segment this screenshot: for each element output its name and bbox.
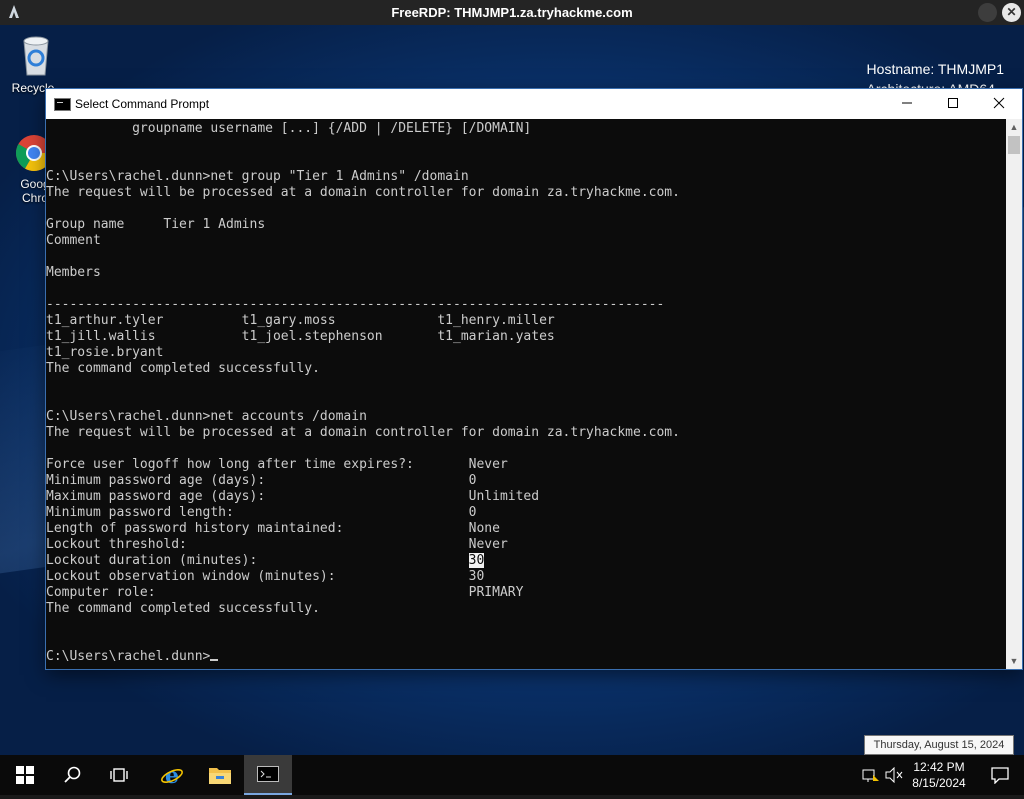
command-prompt-window[interactable]: Select Command Prompt groupname username… xyxy=(46,89,1022,669)
console-line: Minimum password age (days): 0 xyxy=(46,473,477,488)
task-view-button[interactable] xyxy=(96,755,144,795)
console-line: Force user logoff how long after time ex… xyxy=(46,457,508,472)
console-line: C:\Users\rachel.dunn> xyxy=(46,649,680,665)
console-line: t1_rosie.bryant xyxy=(46,345,164,360)
minimize-icon xyxy=(902,102,912,104)
bginfo-hostname: Hostname: THMJMP1 xyxy=(866,61,1004,77)
action-center-button[interactable] xyxy=(980,755,1020,795)
window-title: Select Command Prompt xyxy=(75,97,210,111)
maximize-icon xyxy=(948,98,958,108)
task-view-icon xyxy=(110,768,128,782)
taskbar-internet-explorer[interactable]: e xyxy=(148,755,196,795)
volume-muted-icon[interactable] xyxy=(885,767,903,783)
recycle-bin-icon xyxy=(23,36,49,76)
console-line: Group name Tier 1 Admins xyxy=(46,217,266,232)
command-prompt-icon xyxy=(257,766,279,782)
console-line: C:\Users\rachel.dunn>net accounts /domai… xyxy=(46,409,367,424)
console-line: Minimum password length: 0 xyxy=(46,505,477,520)
date-tooltip: Thursday, August 15, 2024 xyxy=(864,735,1014,755)
file-explorer-icon xyxy=(209,768,231,784)
console-line: Lockout observation window (minutes): 30 xyxy=(46,569,485,584)
close-icon xyxy=(993,97,1005,109)
clock-date: 8/15/2024 xyxy=(912,776,966,790)
network-icon[interactable] xyxy=(862,767,880,783)
scroll-down-icon[interactable]: ▼ xyxy=(1006,653,1022,669)
command-prompt-title-bar[interactable]: Select Command Prompt xyxy=(46,89,1022,119)
console-line: Members xyxy=(46,265,101,280)
rdp-window-title: FreeRDP: THMJMP1.za.tryhackme.com xyxy=(391,5,633,20)
notification-icon xyxy=(991,767,1009,784)
command-prompt-icon xyxy=(54,98,71,111)
start-icon xyxy=(16,766,34,784)
console-line: Length of password history maintained: N… xyxy=(46,521,500,536)
console-line: groupname username [...] {/ADD | /DELETE… xyxy=(46,121,532,136)
start-button[interactable] xyxy=(0,755,48,795)
search-button[interactable] xyxy=(48,755,96,795)
minimize-button[interactable] xyxy=(884,89,930,119)
vertical-scrollbar[interactable]: ▲ ▼ xyxy=(1006,119,1022,669)
console-line: The command completed successfully. xyxy=(46,361,320,376)
internet-explorer-icon: e xyxy=(161,763,183,787)
console-line: Maximum password age (days): Unlimited xyxy=(46,489,540,504)
clock-time: 12:42 PM xyxy=(913,760,965,774)
console-line: Computer role: PRIMARY xyxy=(46,585,524,600)
taskbar-file-explorer[interactable] xyxy=(196,755,244,795)
console-line: Comment xyxy=(46,233,101,248)
desktop-icon-recycle-bin[interactable]: Recycle xyxy=(0,33,70,95)
console-line: t1_arthur.tyler t1_gary.moss t1_henry.mi… xyxy=(46,313,555,328)
console-output[interactable]: groupname username [...] {/ADD | /DELETE… xyxy=(46,121,680,665)
console-line: The request will be processed at a domai… xyxy=(46,425,680,440)
console-line: Lockout threshold: Never xyxy=(46,537,508,552)
text-cursor xyxy=(210,659,219,661)
console-line: t1_jill.wallis t1_joel.stephenson t1_mar… xyxy=(46,329,555,344)
rdp-title-bar: FreeRDP: THMJMP1.za.tryhackme.com ✕ xyxy=(0,0,1024,25)
svg-text:e: e xyxy=(165,763,179,787)
console-line: C:\Users\rachel.dunn>net group "Tier 1 A… xyxy=(46,169,469,184)
taskbar: e 12:42 PM 8/15/2024 xyxy=(0,755,1024,799)
close-button[interactable] xyxy=(976,89,1022,119)
console-line: The request will be processed at a domai… xyxy=(46,185,680,200)
console-line: The command completed successfully. xyxy=(46,601,320,616)
search-icon xyxy=(64,766,81,783)
selected-text: 30 xyxy=(468,553,485,568)
console-line: ----------------------------------------… xyxy=(46,297,665,312)
scrollbar-thumb[interactable] xyxy=(1008,136,1020,154)
console-area[interactable]: groupname username [...] {/ADD | /DELETE… xyxy=(46,119,1006,669)
maximize-button[interactable] xyxy=(930,89,976,119)
rdp-minimize-button[interactable] xyxy=(978,3,997,22)
scroll-up-icon[interactable]: ▲ xyxy=(1006,119,1022,135)
taskbar-command-prompt[interactable] xyxy=(244,755,292,795)
rdp-close-button[interactable]: ✕ xyxy=(1002,3,1021,22)
console-line: Lockout duration (minutes): 30 xyxy=(46,553,485,568)
taskbar-clock[interactable]: 12:42 PM 8/15/2024 xyxy=(906,759,972,791)
